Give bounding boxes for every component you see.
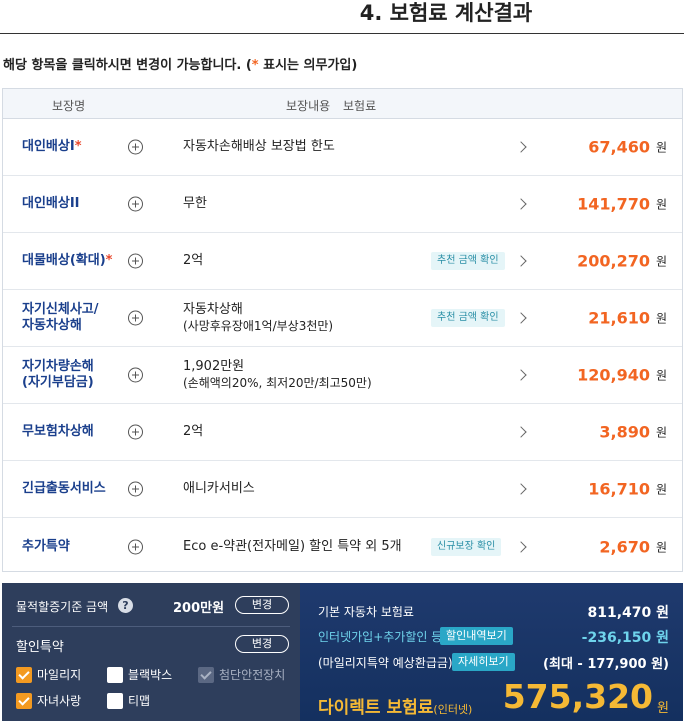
expand-plus-icon[interactable]: [128, 481, 143, 497]
chevron-right-icon[interactable]: [515, 141, 527, 153]
basic-premium-value: 811,470 원: [587, 605, 669, 621]
checkbox-blackbox-box[interactable]: [107, 666, 123, 683]
premium-amount: 21,610: [588, 308, 650, 328]
summary-area: 물적할증기준 금액 ? 200만원 변경 할인특약 변경 마일리지 블랙박스 첨…: [2, 583, 683, 721]
premium-amount: 16,710: [588, 479, 650, 499]
panel-divider: [12, 626, 290, 627]
discount-summary-label: 인터넷가입+추가할인 등: [318, 630, 443, 644]
mileage-detail-button[interactable]: 자세히보기: [452, 653, 515, 671]
help-icon[interactable]: ?: [118, 598, 133, 613]
currency-label: 원: [655, 425, 667, 440]
header-name: 보장명: [52, 99, 86, 113]
coverage-content[interactable]: 무한: [183, 196, 207, 212]
chevron-right-icon[interactable]: [515, 312, 527, 324]
premium-amount: 200,270: [577, 251, 650, 271]
basic-premium-label: 기본 자동차 보험료: [318, 605, 414, 619]
coverage-content[interactable]: 2억: [183, 424, 203, 440]
coverage-name[interactable]: 대인배상II: [22, 196, 80, 212]
checkbox-child-love-box[interactable]: [16, 692, 32, 709]
coverage-name[interactable]: 긴급출동서비스: [22, 481, 106, 497]
coverage-content[interactable]: Eco e-약관(전자메일) 할인 특약 외 5개: [183, 539, 402, 555]
table-header: 보장명 보장내용 보험료: [3, 89, 682, 119]
currency-label: 원: [655, 368, 667, 383]
expand-plus-icon[interactable]: [128, 367, 143, 383]
table-row[interactable]: 대인배상II 무한 141,770 원: [3, 176, 682, 233]
header-premium: 보험료: [343, 99, 377, 113]
coverage-table: 보장명 보장내용 보험료 대인배상I* 자동차손해배상 보장법 한도 67,460 원…: [2, 88, 683, 572]
discount-label: 할인특약: [16, 640, 64, 655]
coverage-name[interactable]: 자기차량손해 (자기부담금): [22, 359, 94, 391]
discount-detail-button[interactable]: 할인내역보기: [440, 627, 513, 645]
premium-amount: 67,460: [588, 137, 650, 157]
checkbox-tmap-box[interactable]: [107, 692, 123, 709]
table-body: 대인배상I* 자동차손해배상 보장법 한도 67,460 원 대인배상II 무한 141,7…: [3, 119, 682, 575]
table-row[interactable]: 대물배상(확대)* 2억 추천 금액 확인 200,270 원: [3, 233, 682, 290]
direct-premium-label: 다이렉트 보험료(인터넷): [318, 698, 473, 718]
expand-plus-icon[interactable]: [128, 310, 143, 326]
chevron-right-icon[interactable]: [515, 369, 527, 381]
page-title: 4. 보험료 계산결과: [359, 1, 533, 25]
chevron-right-icon[interactable]: [515, 483, 527, 495]
header-content: 보장내용: [286, 99, 331, 113]
coverage-name[interactable]: 자기신체사고/ 자동차상해: [22, 302, 99, 334]
mileage-refund-label: (마일리지특약 예상환급금): [318, 656, 453, 670]
premium-amount: 3,890: [599, 422, 650, 442]
expand-plus-icon[interactable]: [128, 539, 143, 554]
currency-label: 원: [655, 140, 667, 155]
currency-label: 원: [655, 311, 667, 326]
discount-value: -236,150 원: [581, 630, 669, 646]
direct-premium-value: 575,320: [502, 677, 653, 716]
checkbox-mileage[interactable]: 마일리지: [16, 666, 81, 683]
table-row[interactable]: 자기차량손해 (자기부담금) 1,902만원 (손해액의20%, 최저20만/최고5…: [3, 347, 682, 404]
title-divider: [0, 33, 684, 34]
base-amount-label: 물적할증기준 금액: [16, 600, 109, 614]
change-discount-button[interactable]: 변경: [235, 635, 289, 653]
coverage-content[interactable]: 1,902만원 (손해액의20%, 최저20만/최고50만): [183, 359, 372, 391]
currency-label: 원: [655, 254, 667, 269]
coverage-content[interactable]: 2억: [183, 253, 203, 269]
coverage-name[interactable]: 대물배상(확대)*: [22, 253, 112, 269]
recommend-check-badge[interactable]: 신규보장 확인: [431, 537, 502, 556]
base-amount-value: 200만원: [173, 601, 225, 616]
premium-amount: 141,770: [577, 194, 650, 214]
expand-plus-icon[interactable]: [128, 424, 143, 440]
table-row[interactable]: 대인배상I* 자동차손해배상 보장법 한도 67,460 원: [3, 119, 682, 176]
chevron-right-icon[interactable]: [515, 198, 527, 210]
coverage-content[interactable]: 자동차손해배상 보장법 한도: [183, 139, 335, 155]
premium-amount: 2,670: [599, 537, 650, 556]
expand-plus-icon[interactable]: [128, 253, 143, 269]
checkbox-advanced-safety: 첨단안전장치: [198, 666, 285, 683]
premium-summary-panel: 기본 자동차 보험료 811,470 원 인터넷가입+추가할인 등 할인내역보기…: [300, 583, 683, 721]
table-row[interactable]: 무보험차상해 2억 3,890 원: [3, 404, 682, 461]
options-panel: 물적할증기준 금액 ? 200만원 변경 할인특약 변경 마일리지 블랙박스 첨…: [2, 583, 300, 721]
currency-label: 원: [655, 197, 667, 212]
table-row[interactable]: 자기신체사고/ 자동차상해 자동차상해 (사망후유장애1억/부상3천만) 추천 금액 …: [3, 290, 682, 347]
checkbox-advanced-safety-box: [198, 666, 214, 683]
mileage-refund-value: (최대 - 177,900 원): [543, 657, 669, 672]
direct-premium-currency: 원: [657, 701, 669, 716]
currency-label: 원: [655, 482, 667, 497]
chevron-right-icon[interactable]: [515, 426, 527, 438]
table-row[interactable]: 추가특약 Eco e-약관(전자메일) 할인 특약 외 5개 신규보장 확인 2,67…: [3, 518, 682, 575]
checkbox-tmap[interactable]: 티맵: [107, 692, 150, 709]
recommend-check-badge[interactable]: 추천 금액 확인: [431, 309, 505, 327]
checkbox-blackbox[interactable]: 블랙박스: [107, 666, 172, 683]
instruction-text: 해당 항목을 클릭하시면 변경이 가능합니다. (* 표시는 의무가입): [3, 58, 358, 73]
coverage-name[interactable]: 대인배상I*: [22, 139, 82, 155]
expand-plus-icon[interactable]: [128, 139, 143, 155]
premium-amount: 120,940: [577, 365, 650, 385]
change-base-amount-button[interactable]: 변경: [235, 596, 289, 614]
table-row[interactable]: 긴급출동서비스 애니카서비스 16,710 원: [3, 461, 682, 518]
checkbox-child-love[interactable]: 자녀사랑: [16, 692, 81, 709]
coverage-content[interactable]: 애니카서비스: [183, 481, 255, 497]
expand-plus-icon[interactable]: [128, 196, 143, 212]
coverage-name[interactable]: 추가특약: [22, 539, 70, 555]
coverage-content[interactable]: 자동차상해 (사망후유장애1억/부상3천만): [183, 302, 333, 334]
checkbox-mileage-box[interactable]: [16, 666, 32, 683]
currency-label: 원: [655, 540, 667, 554]
chevron-right-icon[interactable]: [515, 540, 527, 553]
chevron-right-icon[interactable]: [515, 255, 527, 267]
coverage-name[interactable]: 무보험차상해: [22, 424, 94, 440]
recommend-check-badge[interactable]: 추천 금액 확인: [431, 252, 505, 270]
